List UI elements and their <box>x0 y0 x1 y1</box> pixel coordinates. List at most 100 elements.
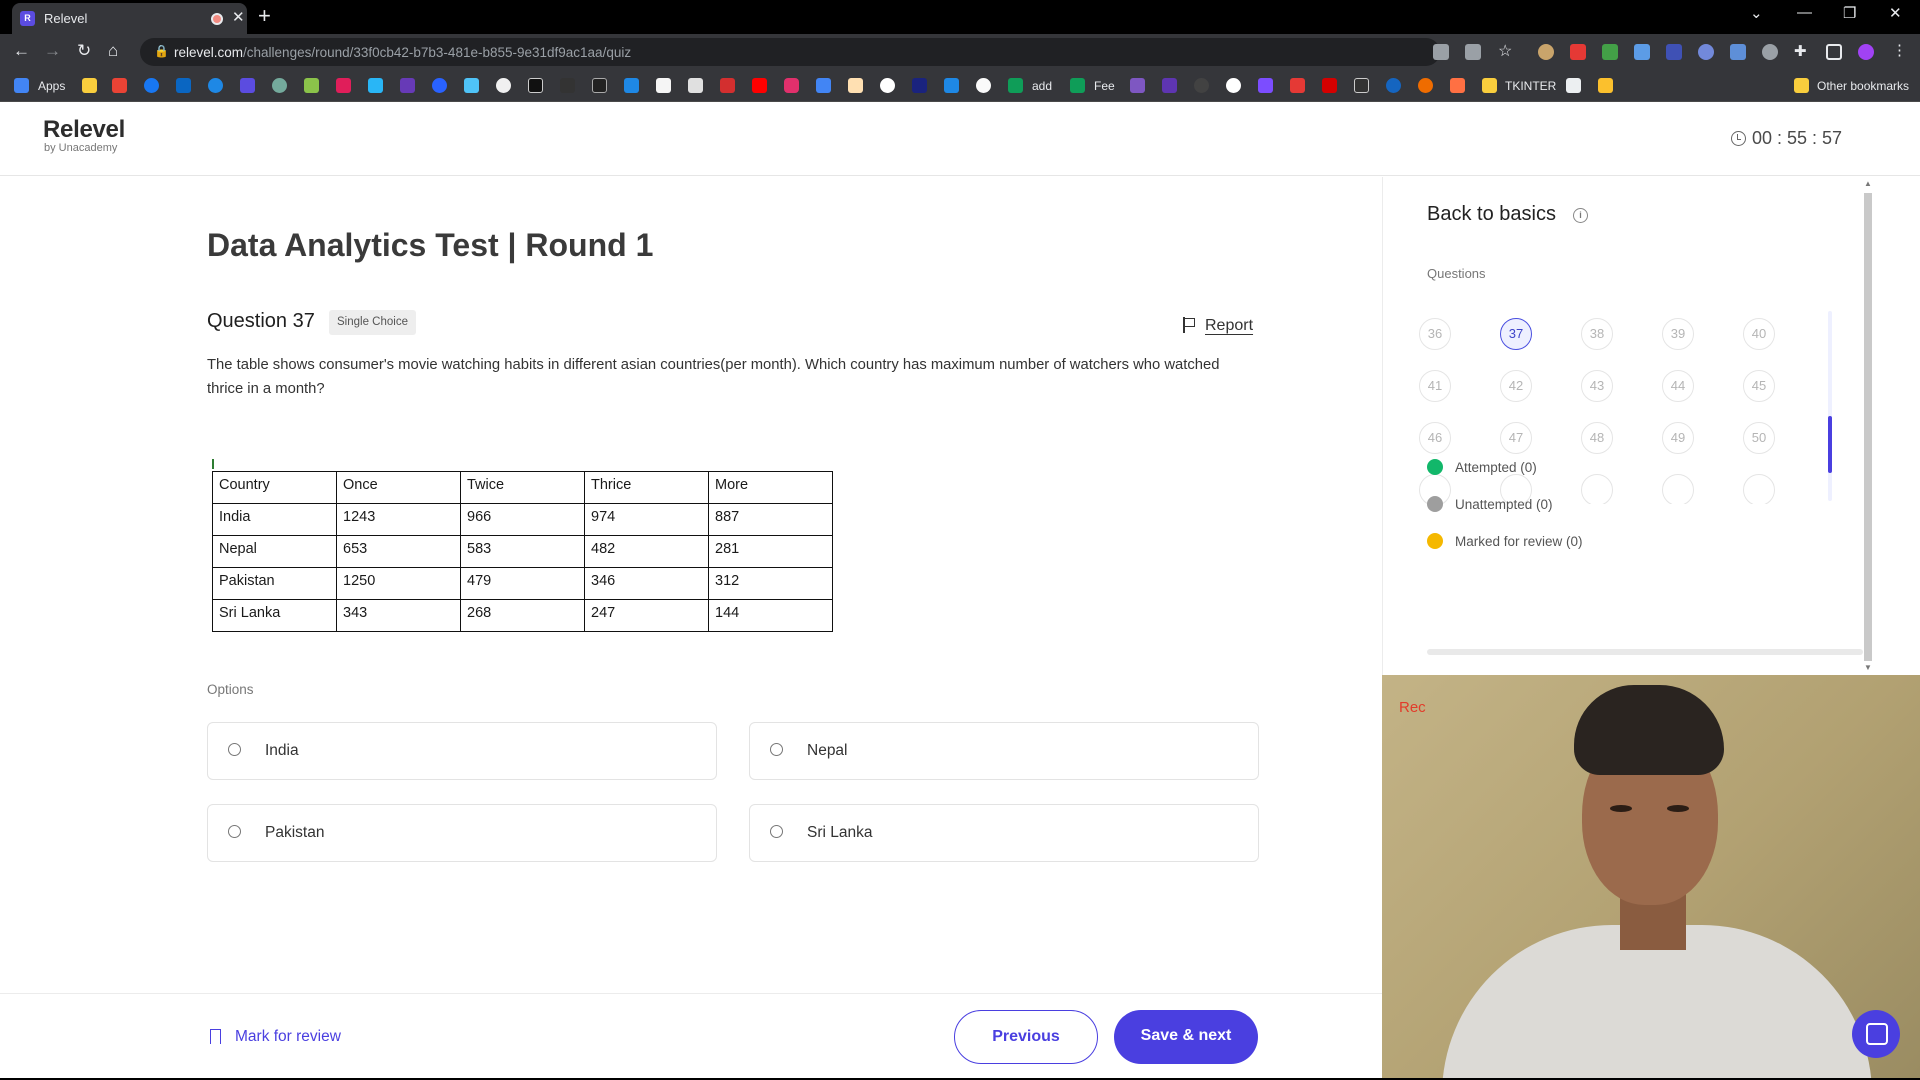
question-bubble-45[interactable]: 45 <box>1743 370 1775 402</box>
extension-icon[interactable] <box>1634 44 1650 60</box>
chat-icon[interactable] <box>208 78 223 93</box>
question-bubble-50[interactable]: 50 <box>1743 422 1775 454</box>
folder-icon[interactable] <box>1794 78 1809 93</box>
linkedin-icon[interactable] <box>176 78 191 93</box>
option-pakistan[interactable]: Pakistan <box>207 804 717 862</box>
question-bubble-40[interactable]: 40 <box>1743 318 1775 350</box>
instagram-icon[interactable] <box>784 78 799 93</box>
bookmark-icon[interactable] <box>1598 78 1613 93</box>
report-button[interactable]: Report <box>1183 314 1253 335</box>
bookmark-icon[interactable] <box>1130 78 1145 93</box>
option-india[interactable]: India <box>207 722 717 780</box>
new-tab-icon[interactable]: + <box>258 3 271 29</box>
bookmark-icon[interactable] <box>400 78 415 93</box>
github-icon[interactable] <box>496 78 511 93</box>
side-panel-icon[interactable] <box>1826 44 1842 60</box>
browser-tab-relevel[interactable]: R Relevel ✕ <box>12 3 247 34</box>
scrollbar-thumb[interactable] <box>1828 416 1832 473</box>
facebook-icon[interactable] <box>144 78 159 93</box>
bookmark-icon[interactable] <box>1418 78 1433 93</box>
question-bubble-37-current[interactable]: 37 <box>1500 318 1532 350</box>
share-icon[interactable] <box>1465 44 1481 60</box>
question-bubble[interactable] <box>1662 474 1694 504</box>
slack-icon[interactable] <box>336 78 351 93</box>
apps-grid-icon[interactable] <box>14 78 29 93</box>
star-icon[interactable]: ☆ <box>1498 41 1514 60</box>
back-icon[interactable]: ← <box>13 41 30 61</box>
profile-avatar-icon[interactable] <box>1858 44 1874 60</box>
option-sri-lanka[interactable]: Sri Lanka <box>749 804 1259 862</box>
bookmark-fee[interactable]: Fee <box>1094 79 1115 93</box>
extension-icon[interactable] <box>1666 44 1682 60</box>
question-bubble-41[interactable]: 41 <box>1419 370 1451 402</box>
bookmark-add[interactable]: add <box>1032 79 1052 93</box>
close-window-icon[interactable]: ✕ <box>1889 4 1902 22</box>
bookmark-icon[interactable] <box>592 78 607 93</box>
bookmark-icon[interactable] <box>688 78 703 93</box>
question-bubble-36[interactable]: 36 <box>1419 318 1451 350</box>
question-bubble-42[interactable]: 42 <box>1500 370 1532 402</box>
extension-icon[interactable] <box>1602 44 1618 60</box>
url-text[interactable]: relevel.com/challenges/round/33f0cb42-b7… <box>174 45 631 60</box>
question-bubble-38[interactable]: 38 <box>1581 318 1613 350</box>
download-icon[interactable] <box>1290 78 1305 93</box>
bookmark-icon[interactable] <box>624 78 639 93</box>
bookmark-icon[interactable] <box>432 78 447 93</box>
question-bubble-48[interactable]: 48 <box>1581 422 1613 454</box>
openai-icon[interactable] <box>272 78 287 93</box>
bookmark-icon[interactable] <box>848 78 863 93</box>
bookmark-icon[interactable] <box>1566 78 1581 93</box>
question-bubble-39[interactable]: 39 <box>1662 318 1694 350</box>
menu-dots-icon[interactable]: ⋮ <box>1892 41 1908 59</box>
other-bookmarks[interactable]: Other bookmarks <box>1817 79 1909 93</box>
discord-icon[interactable] <box>1698 44 1714 60</box>
question-bubble-46[interactable]: 46 <box>1419 422 1451 454</box>
minimize-icon[interactable]: — <box>1797 4 1812 21</box>
question-bubble-47[interactable]: 47 <box>1500 422 1532 454</box>
bookmark-icon[interactable] <box>880 78 895 93</box>
close-tab-icon[interactable]: ✕ <box>232 8 245 26</box>
chat-support-icon[interactable] <box>1852 1010 1900 1058</box>
bookmark-icon[interactable] <box>1258 78 1273 93</box>
horizontal-scrollbar[interactable] <box>1427 649 1863 655</box>
camera-icon[interactable] <box>1433 44 1449 60</box>
bookmark-folder-icon[interactable] <box>82 78 97 93</box>
home-icon[interactable]: ⌂ <box>108 41 118 61</box>
info-icon[interactable]: i <box>1573 208 1588 223</box>
translate-icon[interactable] <box>816 78 831 93</box>
question-bubble[interactable] <box>1743 474 1775 504</box>
paypal-icon[interactable] <box>944 78 959 93</box>
radio-button[interactable] <box>770 743 783 756</box>
relevel-bookmark-icon[interactable] <box>240 78 255 93</box>
extension-icon[interactable] <box>1538 44 1554 60</box>
bookmark-icon[interactable] <box>1162 78 1177 93</box>
gmail-icon[interactable] <box>112 78 127 93</box>
question-bubble-44[interactable]: 44 <box>1662 370 1694 402</box>
bookmark-icon[interactable] <box>912 78 927 93</box>
bookmark-icon[interactable] <box>304 78 319 93</box>
save-and-next-button[interactable]: Save & next <box>1114 1010 1258 1064</box>
mark-for-review-button[interactable]: Mark for review <box>210 1026 341 1046</box>
radio-button[interactable] <box>228 743 241 756</box>
bookmark-icon[interactable] <box>1322 78 1337 93</box>
bookmark-tkinter[interactable]: TKINTER <box>1505 79 1556 93</box>
question-bubble-43[interactable]: 43 <box>1581 370 1613 402</box>
extension-icon[interactable] <box>1730 44 1746 60</box>
reload-icon[interactable]: ↻ <box>77 41 91 61</box>
amazon-icon[interactable] <box>656 78 671 93</box>
question-grid-scrollbar[interactable] <box>1828 311 1832 501</box>
scroll-up-icon[interactable]: ▲ <box>1864 179 1872 188</box>
address-bar[interactable]: 🔒 relevel.com/challenges/round/33f0cb42-… <box>140 38 1440 66</box>
adblock-icon[interactable] <box>1570 44 1586 60</box>
bookmark-apps[interactable]: Apps <box>38 79 65 93</box>
fee-bookmark-icon[interactable] <box>1070 78 1085 93</box>
bookmark-icon[interactable] <box>720 78 735 93</box>
bookmark-icon[interactable] <box>1450 78 1465 93</box>
relevel-logo[interactable]: Relevel <box>43 116 125 144</box>
forward-icon[interactable]: → <box>44 41 61 61</box>
folder-icon[interactable] <box>1482 78 1497 93</box>
radio-button[interactable] <box>770 825 783 838</box>
question-bubble-49[interactable]: 49 <box>1662 422 1694 454</box>
previous-button[interactable]: Previous <box>954 1010 1098 1064</box>
tab-search-icon[interactable]: ⌄ <box>1750 4 1763 22</box>
